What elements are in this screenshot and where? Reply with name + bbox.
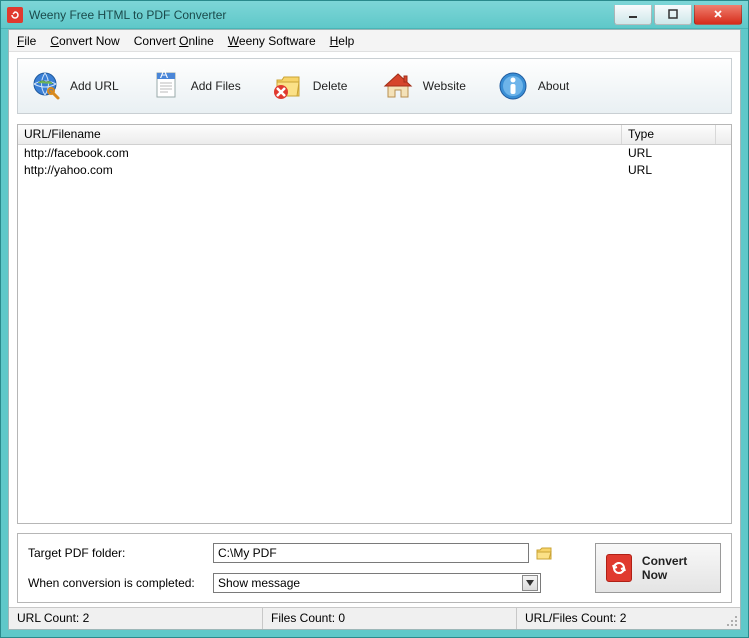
status-files-count: Files Count: 0	[263, 608, 517, 629]
menubar: File Convert Now Convert Online Weeny So…	[9, 30, 740, 52]
titlebar[interactable]: Weeny Free HTML to PDF Converter	[1, 1, 748, 29]
maximize-button[interactable]	[654, 5, 692, 25]
delete-folder-icon	[271, 69, 305, 103]
completion-select[interactable]: Show message	[213, 573, 541, 593]
resize-grip-icon[interactable]	[722, 608, 740, 629]
toolbar: Add URL A Add Files	[17, 58, 732, 114]
list-item-type: URL	[622, 162, 716, 179]
delete-label: Delete	[313, 79, 348, 93]
list-item-url: http://facebook.com	[18, 145, 622, 162]
completion-label: When conversion is completed:	[28, 576, 213, 590]
file-list: URL/Filename Type http://facebook.com UR…	[17, 124, 732, 524]
column-header-url[interactable]: URL/Filename	[18, 125, 622, 144]
list-item[interactable]: http://yahoo.com URL	[18, 162, 731, 179]
column-header-type[interactable]: Type	[622, 125, 716, 144]
target-folder-label: Target PDF folder:	[28, 546, 213, 560]
menu-convert-now[interactable]: Convert Now	[50, 34, 119, 48]
add-url-label: Add URL	[70, 79, 119, 93]
add-files-label: Add Files	[191, 79, 241, 93]
info-icon	[496, 69, 530, 103]
app-icon	[7, 7, 23, 23]
browse-folder-button[interactable]	[535, 544, 553, 562]
convert-icon	[606, 554, 632, 582]
document-icon: A	[149, 69, 183, 103]
menu-file[interactable]: File	[17, 34, 36, 48]
convert-label: Convert Now	[642, 554, 710, 582]
target-folder-input[interactable]	[213, 543, 529, 563]
menu-weeny-software[interactable]: Weeny Software	[228, 34, 316, 48]
about-button[interactable]: About	[492, 65, 592, 107]
about-label: About	[538, 79, 569, 93]
completion-value: Show message	[218, 576, 300, 590]
menu-convert-online[interactable]: Convert Online	[134, 34, 214, 48]
list-item-type: URL	[622, 145, 716, 162]
home-icon	[381, 69, 415, 103]
window-title: Weeny Free HTML to PDF Converter	[29, 8, 226, 22]
add-files-button[interactable]: A Add Files	[145, 65, 257, 107]
minimize-button[interactable]	[614, 5, 652, 25]
status-bar: URL Count: 2 Files Count: 0 URL/Files Co…	[9, 607, 740, 629]
delete-button[interactable]: Delete	[267, 65, 367, 107]
close-button[interactable]	[694, 5, 742, 25]
globe-icon	[28, 69, 62, 103]
dropdown-arrow-icon	[522, 575, 538, 591]
status-total-count: URL/Files Count: 2	[517, 608, 722, 629]
status-url-count: URL Count: 2	[9, 608, 263, 629]
menu-help[interactable]: Help	[330, 34, 355, 48]
column-header-spacer[interactable]	[716, 125, 731, 144]
list-item[interactable]: http://facebook.com URL	[18, 145, 731, 162]
website-button[interactable]: Website	[377, 65, 482, 107]
list-item-url: http://yahoo.com	[18, 162, 622, 179]
convert-now-button[interactable]: Convert Now	[595, 543, 721, 593]
options-panel: Target PDF folder: When conversion is co…	[17, 533, 732, 603]
add-url-button[interactable]: Add URL	[24, 65, 135, 107]
svg-text:A: A	[160, 69, 168, 81]
website-label: Website	[423, 79, 466, 93]
